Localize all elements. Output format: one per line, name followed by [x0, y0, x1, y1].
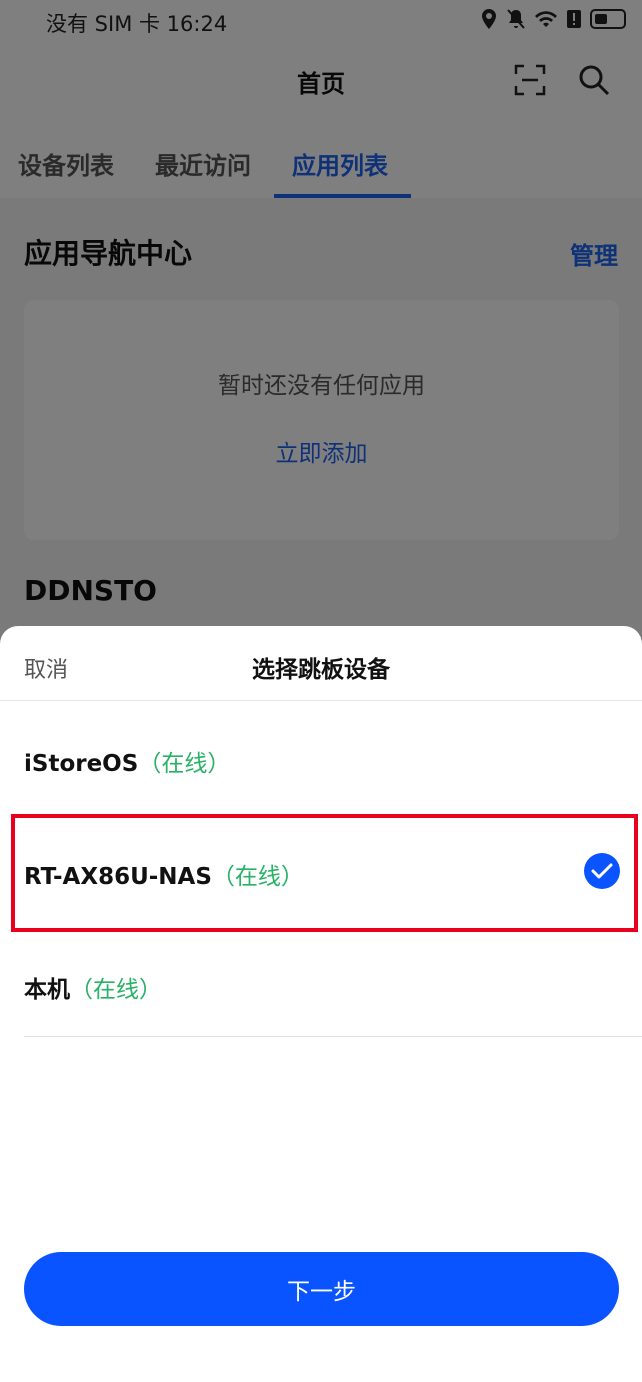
select-device-sheet: 取消 选择跳板设备 iStoreOS（在线） RT-AX86U-NAS（在线） …	[0, 626, 642, 1382]
sheet-title: 选择跳板设备	[252, 657, 390, 683]
divider	[0, 700, 642, 701]
selection-highlight	[11, 814, 638, 932]
device-status: （在线）	[70, 977, 162, 1003]
device-name: 本机	[24, 977, 70, 1003]
list-divider	[24, 1036, 642, 1037]
device-label: 本机（在线）	[24, 970, 162, 1004]
device-status: （在线）	[138, 751, 231, 777]
device-item-local[interactable]: 本机（在线）	[0, 928, 642, 1040]
device-name: iStoreOS	[24, 751, 139, 777]
device-label: iStoreOS（在线）	[24, 744, 230, 778]
device-item-istoreos[interactable]: iStoreOS（在线）	[0, 702, 642, 814]
next-button[interactable]: 下一步	[24, 1252, 619, 1326]
